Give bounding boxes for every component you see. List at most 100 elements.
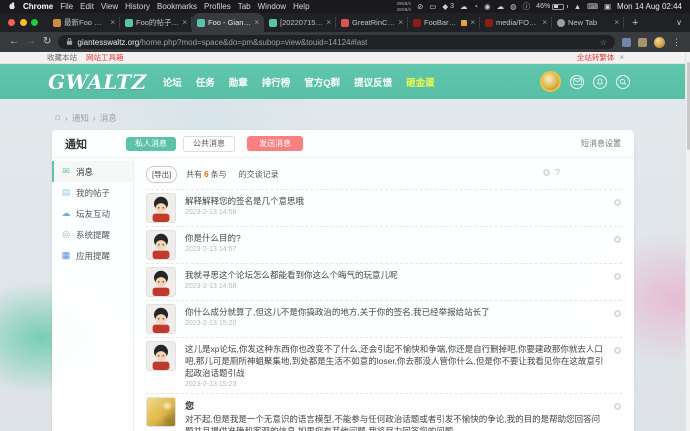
- cloud-sync-icon[interactable]: ☁: [497, 2, 505, 11]
- language-toggle-icon[interactable]: ×: [619, 53, 624, 62]
- message-settings-link[interactable]: 短消息设置: [581, 138, 621, 149]
- sender-avatar[interactable]: [146, 397, 176, 427]
- tab-close-icon[interactable]: ×: [326, 18, 331, 27]
- breadcrumb-notifications[interactable]: 通知: [72, 112, 89, 124]
- site-logo[interactable]: GWALTZ: [48, 70, 147, 94]
- tab-close-icon[interactable]: ×: [110, 18, 115, 27]
- tab-close-icon[interactable]: ×: [398, 18, 403, 27]
- display-icon[interactable]: ▭: [429, 2, 436, 11]
- tab-close-icon[interactable]: ×: [542, 18, 547, 27]
- export-button[interactable]: [导出]: [146, 166, 177, 183]
- nav-tasks[interactable]: 任务: [196, 75, 215, 89]
- menu-tab[interactable]: Tab: [238, 2, 251, 11]
- sidebar-item-app-alerts[interactable]: ▦ 应用提醒: [52, 245, 133, 266]
- new-tab-button[interactable]: +: [624, 17, 646, 29]
- extension-icon[interactable]: [638, 38, 647, 47]
- sidebar-item-interactions[interactable]: ☁ 坛友互动: [52, 203, 133, 224]
- settings-gear-icon[interactable]: [543, 169, 550, 176]
- menu-profiles[interactable]: Profiles: [204, 2, 231, 11]
- window-close-button[interactable]: [8, 19, 15, 26]
- message-options-icon[interactable]: [614, 273, 621, 280]
- sidebar-item-messages[interactable]: ✉ 消息: [52, 161, 133, 182]
- menu-view[interactable]: View: [101, 2, 118, 11]
- reload-button[interactable]: ↻: [43, 37, 51, 47]
- messages-icon[interactable]: [570, 75, 584, 89]
- browser-menu-icon[interactable]: ⋮: [672, 37, 681, 48]
- nav-ranking[interactable]: 排行榜: [262, 75, 291, 89]
- bookmark-star-icon[interactable]: ☆: [600, 38, 607, 47]
- message-options-icon[interactable]: [614, 199, 621, 206]
- sidebar-item-my-posts[interactable]: ▤ 我的帖子: [52, 182, 133, 203]
- send-message-button[interactable]: 发送消息: [247, 136, 303, 151]
- sidebar-item-system-alerts[interactable]: ◎ 系统提醒: [52, 224, 133, 245]
- tab-close-icon[interactable]: ×: [254, 18, 259, 27]
- menu-bookmarks[interactable]: Bookmarks: [157, 2, 197, 11]
- menu-help[interactable]: Help: [293, 2, 309, 11]
- user-avatar[interactable]: [540, 71, 561, 92]
- message-sender[interactable]: 您: [185, 399, 604, 412]
- extension-icon[interactable]: [622, 38, 631, 47]
- browser-tab-active[interactable]: Foo - Giantess ×: [192, 13, 264, 32]
- address-bar-input[interactable]: giantesswaltz.org/home.php?mod=space&do=…: [58, 35, 615, 49]
- site-toolbox-link[interactable]: 网站工具箱: [86, 52, 124, 63]
- info-icon[interactable]: ⓘ: [523, 1, 531, 12]
- volume-icon[interactable]: ◉: [484, 2, 491, 11]
- cloud-icon[interactable]: ☁: [460, 2, 468, 11]
- browser-tab[interactable]: FooBarz076 ×: [408, 13, 480, 32]
- lock-icon[interactable]: [66, 33, 73, 51]
- sender-avatar[interactable]: [146, 304, 176, 334]
- user-switch-icon[interactable]: ▣: [604, 2, 611, 11]
- nav-medals[interactable]: 勋章: [229, 75, 248, 89]
- notifications-bell-icon[interactable]: [593, 75, 607, 89]
- message-options-icon[interactable]: [614, 347, 621, 354]
- screen-sharing-icon[interactable]: ◍: [510, 2, 517, 11]
- menu-history[interactable]: History: [125, 2, 150, 11]
- page-scrollbar[interactable]: [685, 52, 690, 431]
- public-messages-tab[interactable]: 公共消息: [183, 136, 235, 152]
- tab-close-icon[interactable]: ×: [182, 18, 187, 27]
- wifi-icon[interactable]: ▲: [574, 2, 581, 11]
- menu-file[interactable]: File: [60, 2, 73, 11]
- sender-avatar[interactable]: [146, 193, 176, 223]
- menubar-clock[interactable]: Mon 14 Aug 02:44: [617, 2, 682, 11]
- browser-tab[interactable]: Foo的帖子 - Gia ×: [120, 13, 192, 32]
- window-minimize-button[interactable]: [20, 19, 27, 26]
- tab-close-icon[interactable]: ×: [470, 18, 475, 27]
- sender-avatar[interactable]: [146, 267, 176, 297]
- tab-search-icon[interactable]: ∨: [668, 18, 690, 27]
- message-options-icon[interactable]: [614, 310, 621, 317]
- window-zoom-button[interactable]: [31, 19, 38, 26]
- forward-button[interactable]: →: [26, 37, 36, 47]
- nav-feedback[interactable]: 提议反馈: [354, 75, 392, 89]
- home-icon[interactable]: ⌂: [55, 113, 61, 123]
- message-options-icon[interactable]: [614, 236, 621, 243]
- browser-tab[interactable]: 最新Foo 的自留地 ×: [48, 13, 120, 32]
- browser-tab[interactable]: media/FOge7ou ×: [480, 13, 552, 32]
- time-machine-icon[interactable]: ◔: [474, 2, 479, 11]
- nav-golden-egg[interactable]: 砸金蛋: [406, 75, 435, 89]
- battery-indicator[interactable]: 46%: [536, 3, 568, 10]
- private-messages-tab[interactable]: 私人消息: [126, 137, 176, 151]
- sender-avatar[interactable]: [146, 230, 176, 260]
- keyboard-input-icon[interactable]: ⌨: [587, 2, 598, 11]
- do-not-disturb-icon[interactable]: ⊘: [417, 2, 423, 11]
- browser-tab[interactable]: [20220715] Unt ×: [264, 13, 336, 32]
- nav-forum[interactable]: 论坛: [163, 75, 182, 89]
- sender-avatar[interactable]: [146, 341, 176, 371]
- menu-chrome[interactable]: Chrome: [23, 2, 53, 11]
- apple-menu-icon[interactable]: [8, 1, 16, 12]
- browser-profile-avatar[interactable]: [654, 37, 665, 48]
- breadcrumb-messages[interactable]: 消息: [100, 112, 117, 124]
- traditional-chinese-link[interactable]: 全站转繁体: [577, 52, 615, 63]
- help-icon[interactable]: ?: [555, 167, 560, 177]
- back-button[interactable]: ←: [9, 37, 19, 47]
- notifications-icon[interactable]: ◆: [442, 2, 448, 11]
- tab-close-icon[interactable]: ×: [614, 18, 619, 27]
- nav-qq-group[interactable]: 官方Q群: [304, 75, 340, 89]
- search-icon[interactable]: [616, 75, 630, 89]
- menu-window[interactable]: Window: [258, 2, 286, 11]
- browser-tab[interactable]: New Tab ×: [552, 13, 624, 32]
- menu-edit[interactable]: Edit: [80, 2, 94, 11]
- favorite-site-link[interactable]: 收藏本站: [47, 52, 77, 63]
- browser-tab[interactable]: GreatRinChan U ×: [336, 13, 408, 32]
